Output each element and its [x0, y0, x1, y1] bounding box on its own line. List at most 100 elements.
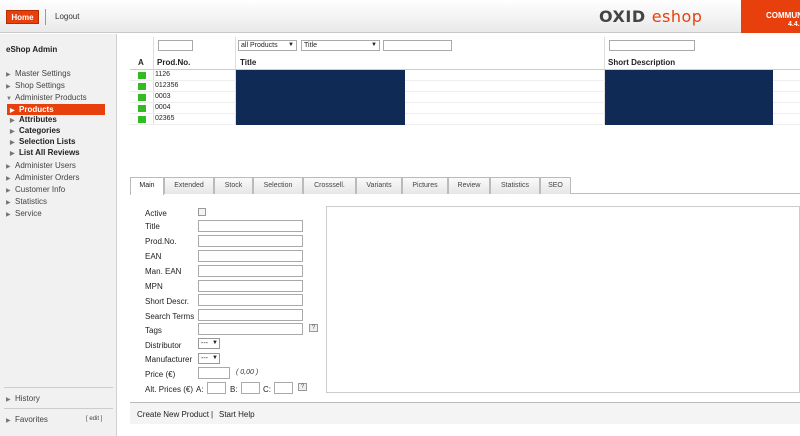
- sidebar-item-master-settings[interactable]: ▶ Master Settings: [6, 69, 71, 78]
- man-ean-field[interactable]: [198, 265, 303, 277]
- search-terms-field[interactable]: [198, 309, 303, 321]
- title-label: Title: [145, 222, 160, 231]
- row-prodno: 0004: [155, 104, 171, 111]
- sidebar-item-shop-settings[interactable]: ▶ Shop Settings: [6, 81, 65, 90]
- top-divider: [45, 9, 46, 25]
- short-description-filter-input[interactable]: [609, 40, 695, 51]
- short-descr-field[interactable]: [198, 294, 303, 306]
- start-help-link[interactable]: Start Help: [219, 410, 255, 419]
- ean-field[interactable]: [198, 250, 303, 262]
- row-prodno: 02365: [155, 115, 175, 122]
- short-descr-label: Short Descr.: [145, 297, 190, 306]
- mpn-label: MPN: [145, 282, 163, 291]
- tab-seo[interactable]: SEO: [540, 177, 571, 194]
- manufacturer-value: ---: [201, 355, 208, 362]
- tab-selection[interactable]: Selection: [253, 177, 303, 194]
- prodno-label: Prod.No.: [145, 237, 177, 246]
- distributor-label: Distributor: [145, 341, 182, 350]
- column-header-active[interactable]: A: [138, 58, 144, 67]
- tab-extended[interactable]: Extended: [164, 177, 214, 194]
- tags-field[interactable]: [198, 323, 303, 335]
- create-new-product-link[interactable]: Create New Product: [137, 410, 209, 419]
- mpn-field[interactable]: [198, 280, 303, 292]
- field-filter-value: Title: [304, 42, 317, 49]
- price-hint: ( 0,00 ): [236, 369, 259, 376]
- sidebar-item-customer-info[interactable]: ▶ Customer Info: [6, 185, 65, 194]
- triangle-right-icon: ▶: [6, 188, 11, 194]
- column-header-prodno[interactable]: Prod.No.: [157, 58, 190, 67]
- dropdown-arrow-icon: ▼: [212, 355, 218, 361]
- sidebar-item-administer-orders[interactable]: ▶ Administer Orders: [6, 173, 79, 182]
- category-filter-value: all Products: [241, 42, 278, 49]
- distributor-select[interactable]: --- ▼: [198, 338, 220, 349]
- price-label: Price (€): [145, 370, 176, 379]
- sidebar-item-label: Statistics: [15, 197, 48, 206]
- sidebar-item-favorites[interactable]: ▶ Favorites: [6, 415, 48, 424]
- search-terms-label: Search Terms: [145, 312, 195, 321]
- sidebar-item-history[interactable]: ▶ History: [6, 394, 40, 403]
- top-bar: Home Logout OXID eshop COMMUNITY 4.4.: [0, 0, 800, 33]
- manufacturer-select[interactable]: --- ▼: [198, 353, 220, 364]
- tab-crosssell[interactable]: Crosssell.: [303, 177, 356, 194]
- tab-main[interactable]: Main: [130, 177, 164, 195]
- sidebar-item-label: Shop Settings: [15, 81, 65, 90]
- tags-help-icon[interactable]: ?: [309, 324, 318, 332]
- row-prodno: 012356: [155, 82, 179, 89]
- sidebar-item-label: Categories: [19, 126, 61, 135]
- sidebar-item-categories[interactable]: ▶ Categories: [10, 126, 60, 135]
- alt-price-c-field[interactable]: [274, 382, 293, 394]
- sidebar-item-attributes[interactable]: ▶ Attributes: [10, 115, 57, 124]
- home-button[interactable]: Home: [6, 10, 39, 24]
- product-main-form: Active Title Prod.No. EAN Man. EAN MPN S…: [130, 195, 800, 398]
- sidebar-item-selection-lists[interactable]: ▶ Selection Lists: [10, 137, 75, 146]
- distributor-value: ---: [201, 340, 208, 347]
- price-field[interactable]: [198, 367, 230, 379]
- prodno-filter-input[interactable]: [158, 40, 193, 51]
- triangle-right-icon: ▶: [10, 140, 15, 146]
- long-description-editor[interactable]: [326, 206, 800, 393]
- sidebar-item-list-all-reviews[interactable]: ▶ List All Reviews: [10, 148, 80, 157]
- triangle-right-icon: ▶: [10, 151, 15, 157]
- alt-prices-help-icon[interactable]: ?: [298, 383, 307, 391]
- field-filter-select[interactable]: Title ▼: [301, 40, 380, 51]
- sidebar-item-label: List All Reviews: [19, 148, 80, 157]
- sidebar-item-label: Favorites: [15, 415, 48, 424]
- sidebar: eShop Admin ▶ Master Settings ▶ Shop Setti…: [0, 34, 117, 436]
- category-filter-select[interactable]: all Products ▼: [238, 40, 297, 51]
- active-checkbox[interactable]: [198, 208, 206, 216]
- version-label: 4.4.: [788, 21, 800, 28]
- sidebar-item-administer-products[interactable]: ▼ Administer Products: [6, 93, 87, 102]
- logout-link[interactable]: Logout: [55, 12, 79, 21]
- title-filter-input[interactable]: [383, 40, 452, 51]
- detail-tabs: Main Extended Stock Selection Crosssell.…: [130, 177, 800, 195]
- sidebar-item-service[interactable]: ▶ Service: [6, 209, 42, 218]
- title-field[interactable]: [198, 220, 303, 232]
- sidebar-divider: [4, 408, 113, 409]
- tab-review[interactable]: Review: [448, 177, 490, 194]
- sidebar-item-statistics[interactable]: ▶ Statistics: [6, 197, 47, 206]
- sidebar-item-label: Selection Lists: [19, 137, 76, 146]
- tab-statistics[interactable]: Statistics: [490, 177, 540, 194]
- sidebar-item-administer-users[interactable]: ▶ Administer Users: [6, 161, 76, 170]
- logo-eshop-text: eshop: [651, 7, 703, 26]
- alt-price-a-field[interactable]: [207, 382, 226, 394]
- favorites-edit-link[interactable]: [ edit ]: [86, 416, 102, 422]
- column-header-short-description[interactable]: Short Description: [608, 58, 675, 67]
- column-header-title[interactable]: Title: [240, 58, 256, 67]
- manufacturer-label: Manufacturer: [145, 355, 193, 364]
- tab-stock[interactable]: Stock: [214, 177, 253, 194]
- alt-price-b-label: B:: [230, 385, 238, 394]
- tab-variants[interactable]: Variants: [356, 177, 402, 194]
- triangle-right-icon: ▶: [6, 176, 11, 182]
- alt-price-b-field[interactable]: [241, 382, 260, 394]
- row-prodno: 0003: [155, 93, 171, 100]
- row-prodno: 1126: [155, 71, 171, 78]
- prodno-field[interactable]: [198, 235, 303, 247]
- sidebar-item-label: Customer Info: [15, 185, 66, 194]
- sidebar-item-products[interactable]: ▶ Products: [7, 104, 105, 115]
- triangle-right-icon: ▶: [6, 200, 11, 206]
- dropdown-arrow-icon: ▼: [288, 42, 294, 48]
- alt-price-a-label: A:: [196, 385, 204, 394]
- sidebar-item-label: Administer Products: [15, 93, 87, 102]
- tab-pictures[interactable]: Pictures: [402, 177, 448, 194]
